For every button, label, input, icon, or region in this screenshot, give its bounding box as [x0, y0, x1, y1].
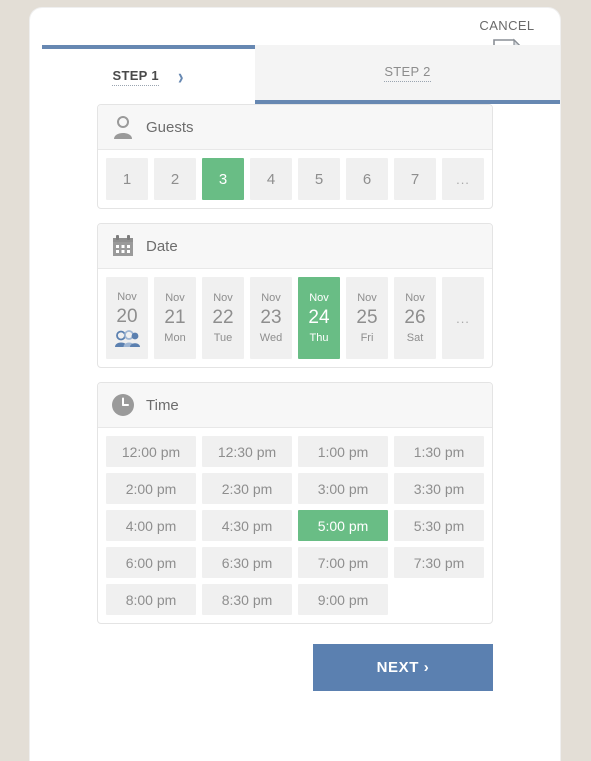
date-day: 22 — [212, 306, 234, 328]
date-option-selected[interactable]: Nov 24 Thu — [298, 277, 340, 359]
step-1-content: Guests 1 2 3 4 5 6 7 ... Date Nov 20 Nov… — [30, 104, 560, 691]
chevron-right-icon: › — [177, 63, 184, 89]
date-month: Nov — [117, 290, 137, 303]
guests-options: 1 2 3 4 5 6 7 ... — [106, 158, 484, 200]
date-panel-body: Nov 20 Nov 21 Mon Nov 22 Tue Nov 23 Wed … — [98, 269, 492, 367]
time-option[interactable]: 6:30 pm — [202, 547, 292, 578]
reservation-card: CANCEL STEP 1 › STEP 2 Guests 1 2 3 4 5 … — [30, 8, 560, 761]
guest-option-selected[interactable]: 3 — [202, 158, 244, 200]
date-month: Nov — [213, 291, 233, 304]
date-weekday: Fri — [360, 331, 374, 344]
time-option[interactable]: 12:00 pm — [106, 436, 196, 467]
time-options: 12:00 pm 12:30 pm 1:00 pm 1:30 pm 2:00 p… — [106, 436, 484, 615]
guests-panel-header: Guests — [98, 105, 492, 150]
date-day: 25 — [356, 306, 378, 328]
calendar-icon — [113, 235, 133, 256]
guests-title: Guests — [146, 118, 194, 136]
time-title: Time — [146, 396, 179, 414]
date-options: Nov 20 Nov 21 Mon Nov 22 Tue Nov 23 Wed … — [106, 277, 484, 359]
time-option[interactable]: 9:00 pm — [298, 584, 388, 615]
guest-option[interactable]: 5 — [298, 158, 340, 200]
date-month: Nov — [357, 291, 377, 304]
date-day: 24 — [308, 306, 330, 328]
time-option[interactable]: 8:30 pm — [202, 584, 292, 615]
date-day: 23 — [260, 306, 282, 328]
date-option-more[interactable]: ... — [442, 277, 484, 359]
time-panel-header: Time — [98, 383, 492, 428]
time-option[interactable]: 1:30 pm — [394, 436, 484, 467]
time-option[interactable]: 4:30 pm — [202, 510, 292, 541]
date-option[interactable]: Nov 26 Sat — [394, 277, 436, 359]
cancel-label: CANCEL — [479, 18, 535, 33]
time-panel-body: 12:00 pm 12:30 pm 1:00 pm 1:30 pm 2:00 p… — [98, 428, 492, 623]
time-option[interactable]: 7:00 pm — [298, 547, 388, 578]
time-option[interactable]: 1:00 pm — [298, 436, 388, 467]
date-month: Nov — [261, 291, 281, 304]
date-option[interactable]: Nov 23 Wed — [250, 277, 292, 359]
step-tabs: STEP 1 › STEP 2 — [42, 45, 560, 104]
guest-option[interactable]: 1 — [106, 158, 148, 200]
guest-option[interactable]: 2 — [154, 158, 196, 200]
date-weekday: Sat — [406, 331, 424, 344]
guests-panel: Guests 1 2 3 4 5 6 7 ... — [97, 104, 493, 209]
time-option[interactable]: 2:00 pm — [106, 473, 196, 504]
time-option-selected[interactable]: 5:00 pm — [298, 510, 388, 541]
tab-step-1-label: STEP 1 — [112, 68, 159, 86]
date-day: 20 — [116, 305, 138, 327]
date-option[interactable]: Nov 22 Tue — [202, 277, 244, 359]
date-option[interactable]: Nov 25 Fri — [346, 277, 388, 359]
date-panel-header: Date — [98, 224, 492, 269]
date-option-today[interactable]: Nov 20 — [106, 277, 148, 359]
person-icon — [114, 116, 132, 139]
guest-option[interactable]: 7 — [394, 158, 436, 200]
next-button[interactable]: NEXT › — [313, 644, 493, 691]
tab-step-2-label: STEP 2 — [384, 64, 431, 82]
date-weekday: Thu — [309, 331, 329, 344]
date-option[interactable]: Nov 21 Mon — [154, 277, 196, 359]
time-option[interactable]: 8:00 pm — [106, 584, 196, 615]
time-option[interactable]: 12:30 pm — [202, 436, 292, 467]
time-option[interactable]: 4:00 pm — [106, 510, 196, 541]
time-option[interactable]: 2:30 pm — [202, 473, 292, 504]
date-weekday: Mon — [164, 331, 186, 344]
time-option-placeholder — [394, 584, 484, 615]
people-group-icon — [115, 329, 140, 347]
guests-panel-body: 1 2 3 4 5 6 7 ... — [98, 150, 492, 208]
step-footer: NEXT › — [97, 644, 493, 691]
date-day: 26 — [404, 306, 426, 328]
date-title: Date — [146, 237, 178, 255]
tab-step-2[interactable]: STEP 2 — [255, 45, 560, 104]
date-month: Nov — [405, 291, 425, 304]
time-option[interactable]: 6:00 pm — [106, 547, 196, 578]
tab-step-1[interactable]: STEP 1 › — [42, 45, 255, 104]
clock-icon — [112, 394, 134, 416]
date-month: Nov — [309, 291, 329, 304]
date-weekday: Wed — [259, 331, 283, 344]
date-day: 21 — [164, 306, 186, 328]
time-panel: Time 12:00 pm 12:30 pm 1:00 pm 1:30 pm 2… — [97, 382, 493, 624]
guest-option[interactable]: 6 — [346, 158, 388, 200]
time-option[interactable]: 3:00 pm — [298, 473, 388, 504]
time-option[interactable]: 3:30 pm — [394, 473, 484, 504]
date-weekday: Tue — [213, 331, 233, 344]
guest-option-more[interactable]: ... — [442, 158, 484, 200]
date-month: Nov — [165, 291, 185, 304]
time-option[interactable]: 5:30 pm — [394, 510, 484, 541]
time-option[interactable]: 7:30 pm — [394, 547, 484, 578]
guest-option[interactable]: 4 — [250, 158, 292, 200]
date-panel: Date Nov 20 Nov 21 Mon Nov 22 Tue Nov 23… — [97, 223, 493, 368]
